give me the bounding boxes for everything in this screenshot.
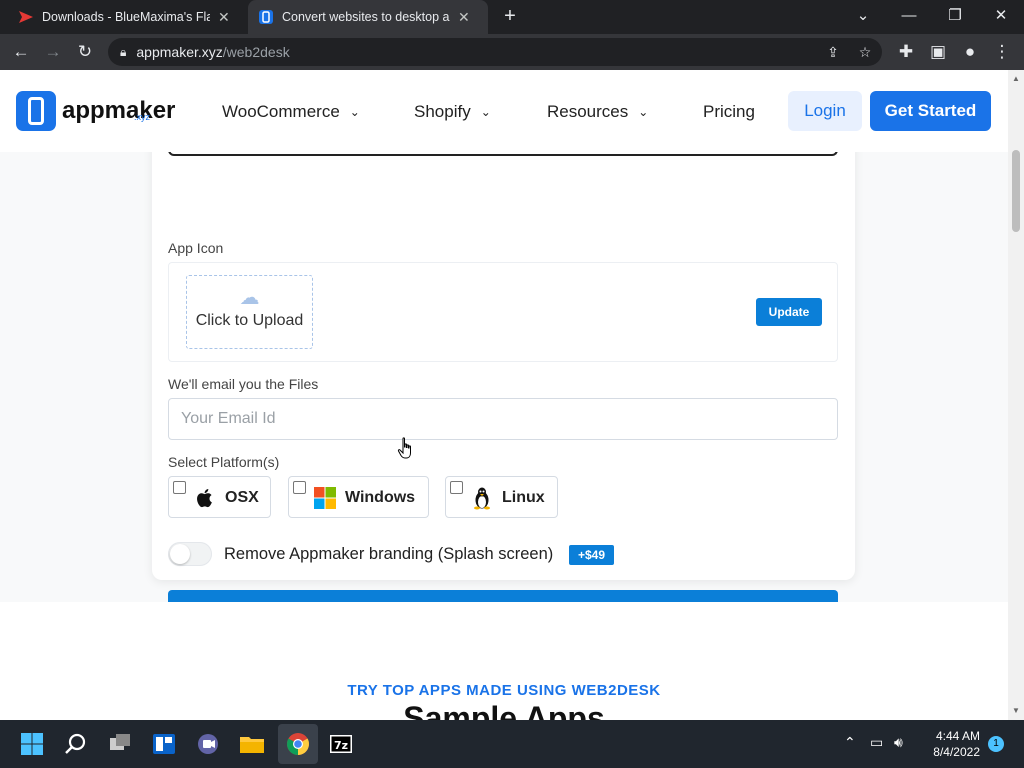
back-icon[interactable]: ← [10, 41, 32, 63]
side-panel-icon[interactable]: ▣ [927, 41, 949, 63]
lock-icon: 🔒︎ [120, 44, 127, 59]
task-view-icon[interactable] [104, 728, 136, 760]
forward-icon[interactable]: → [42, 41, 64, 63]
windows-label: Windows [345, 489, 416, 506]
7zip-icon[interactable]: 7z [325, 728, 357, 760]
close-icon[interactable]: ✕ [218, 9, 230, 26]
close-icon[interactable]: ✕ [458, 9, 470, 26]
nav-label: Pricing [703, 102, 755, 121]
linux-label: Linux [502, 489, 545, 506]
tab-title: Convert websites to desktop apps [282, 10, 450, 24]
linux-checkbox[interactable] [450, 481, 463, 494]
update-button[interactable]: Update [756, 298, 822, 326]
nav-woocommerce[interactable]: WooCommerce ⌄ [222, 102, 360, 122]
nav-pricing[interactable]: Pricing [703, 102, 755, 122]
site-header: appmaker .xyz WooCommerce ⌄ Shopify ⌄ Re… [0, 70, 1008, 152]
apple-icon [197, 489, 212, 508]
page-viewport: App Icon ☁ Click to Upload Update We'll … [0, 70, 1008, 720]
cloud-upload-icon: ☁ [239, 287, 260, 309]
chevron-down-icon: ⌄ [638, 105, 649, 119]
windows-taskbar: 7z ⌃ ▭ 🔊︎ 4:44 AM 8/4/2022 1 [0, 720, 1024, 768]
search-icon[interactable] [60, 728, 92, 760]
section-title: Sample Apps [403, 700, 605, 720]
flashpoint-icon [19, 11, 33, 23]
appmaker-favicon-icon [259, 10, 273, 24]
upload-dropzone[interactable]: ☁ Click to Upload [186, 275, 313, 349]
get-started-button[interactable]: Get Started [870, 91, 991, 131]
notification-badge[interactable]: 1 [988, 736, 1004, 752]
teams-chat-icon[interactable] [192, 728, 224, 760]
linux-icon [474, 487, 490, 510]
login-button[interactable]: Login [788, 91, 862, 131]
start-icon[interactable] [16, 728, 48, 760]
branding-toggle[interactable] [168, 542, 212, 566]
sample-apps-section: TRY TOP APPS MADE USING WEB2DESK Sample … [0, 602, 1008, 720]
clock-date: 8/4/2022 [933, 745, 980, 759]
hand-cursor-icon [397, 437, 411, 459]
nav-label: Shopify [414, 102, 471, 121]
page-scrollbar[interactable]: ▲ ▼ [1008, 70, 1024, 720]
email-field[interactable] [168, 398, 838, 440]
tab-downloads[interactable]: Downloads - BlueMaxima's Flashpoint ✕ [8, 0, 246, 34]
scroll-up-icon[interactable]: ▲ [1012, 74, 1020, 83]
tab-web2desk[interactable]: Convert websites to desktop apps ✕ [248, 0, 488, 34]
window-close-icon[interactable]: ✕ [986, 4, 1016, 28]
chrome-icon [287, 733, 309, 755]
chrome-taskbar-button[interactable] [278, 724, 318, 764]
nav-shopify[interactable]: Shopify ⌄ [414, 102, 491, 122]
browser-tab-bar: Downloads - BlueMaxima's Flashpoint ✕ Co… [0, 0, 1024, 34]
section-kicker: TRY TOP APPS MADE USING WEB2DESK [347, 682, 661, 699]
platform-label: Select Platform(s) [168, 454, 280, 470]
nav-label: Resources [547, 102, 629, 121]
logo-subtext: .xyz [134, 112, 151, 122]
restore-icon[interactable]: ❐ [940, 4, 970, 28]
upload-label: Click to Upload [195, 312, 304, 329]
minimize-icon[interactable]: — [894, 4, 924, 28]
app-icon-label: App Icon [168, 240, 224, 256]
share-icon[interactable]: ⇪ [822, 41, 844, 63]
address-bar[interactable]: 🔒︎ appmaker.xyz/web2desk ⇪ ☆ [108, 38, 882, 66]
bookmark-star-icon[interactable]: ☆ [854, 41, 876, 63]
chevron-down-icon: ⌄ [480, 105, 491, 119]
browser-toolbar: ← → ↻ 🔒︎ appmaker.xyz/web2desk ⇪ ☆ ✚ ▣ ●… [0, 34, 1024, 70]
svg-text:7z: 7z [334, 739, 348, 752]
chevron-down-icon: ⌄ [349, 105, 360, 119]
url-path: /web2desk [222, 44, 290, 60]
branding-label: Remove Appmaker branding (Splash screen) [224, 545, 554, 563]
app-icon-box: ☁ Click to Upload Update [168, 262, 838, 362]
tab-search-icon[interactable]: ⌄ [848, 4, 878, 28]
extensions-icon[interactable]: ✚ [895, 41, 917, 63]
logo-text: appmaker [62, 97, 176, 124]
windows-checkbox[interactable] [293, 481, 306, 494]
file-explorer-icon[interactable] [236, 728, 268, 760]
platform-option-osx[interactable]: OSX [168, 476, 271, 518]
tab-title: Downloads - BlueMaxima's Flashpoint [42, 10, 210, 24]
windows-icon [314, 487, 336, 509]
platform-option-windows[interactable]: Windows [288, 476, 429, 518]
scroll-down-icon[interactable]: ▼ [1012, 706, 1020, 715]
toggle-knob [170, 544, 190, 564]
volume-icon[interactable]: 🔊︎ [894, 734, 903, 751]
reload-icon[interactable]: ↻ [74, 41, 96, 63]
nav-resources[interactable]: Resources ⌄ [547, 102, 648, 122]
menu-kebab-icon[interactable]: ⋮ [991, 41, 1013, 63]
logo-phone-icon [16, 91, 56, 131]
platform-option-linux[interactable]: Linux [445, 476, 558, 518]
nav-label: WooCommerce [222, 102, 340, 121]
osx-checkbox[interactable] [173, 481, 186, 494]
clock[interactable]: 4:44 AM 8/4/2022 [920, 728, 980, 760]
new-tab-icon[interactable]: + [500, 6, 520, 26]
chevron-up-icon[interactable]: ⌃ [844, 734, 856, 751]
url-host: appmaker.xyz [136, 44, 223, 60]
network-icon[interactable]: ▭ [870, 734, 883, 751]
price-badge: +$49 [569, 545, 614, 565]
widgets-icon[interactable] [148, 728, 180, 760]
profile-icon[interactable]: ● [959, 41, 981, 63]
appmaker-logo[interactable]: appmaker [16, 91, 175, 131]
scroll-thumb[interactable] [1012, 150, 1020, 232]
web2desk-form-card: App Icon ☁ Click to Upload Update We'll … [152, 130, 855, 634]
email-label: We'll email you the Files [168, 376, 319, 392]
clock-time: 4:44 AM [935, 729, 980, 743]
osx-label: OSX [225, 489, 259, 506]
